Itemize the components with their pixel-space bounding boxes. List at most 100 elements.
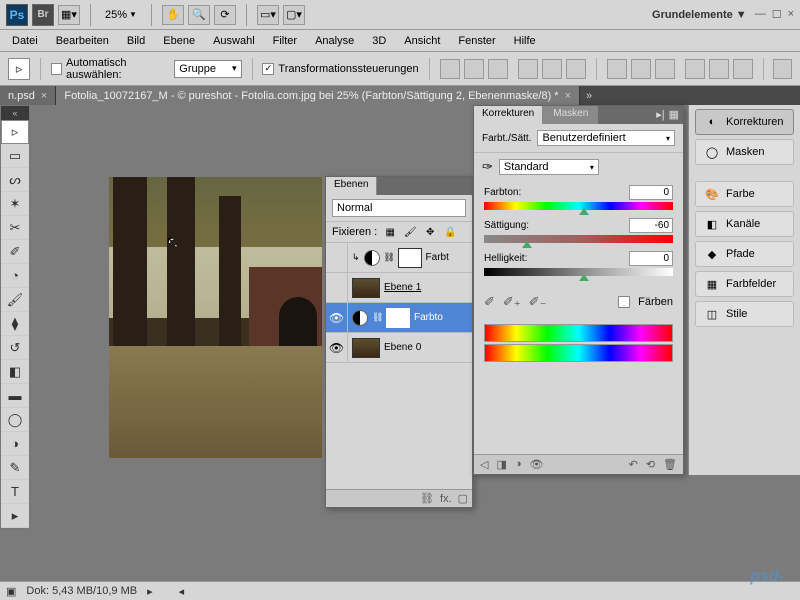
eraser-tool-icon[interactable]: ◧ xyxy=(1,360,29,384)
doc-info-more-icon[interactable]: ▸ xyxy=(147,585,153,598)
masken-tab[interactable]: Masken xyxy=(543,106,598,124)
auto-select-dropdown[interactable]: Gruppe xyxy=(174,60,241,78)
close-tab-icon[interactable]: × xyxy=(41,90,47,102)
doc-tab-1[interactable]: n.psd× xyxy=(0,86,56,105)
visibility-toggle[interactable]: 👁 xyxy=(326,333,348,362)
hue-slider[interactable] xyxy=(484,202,673,210)
layer-row[interactable]: Ebene 1 xyxy=(326,273,472,303)
distribute-left-icon[interactable] xyxy=(685,59,705,79)
layers-tab[interactable]: Ebenen xyxy=(326,177,377,195)
screen-mode-icon[interactable]: ▢▾ xyxy=(283,5,305,25)
blur-tool-icon[interactable]: ◯ xyxy=(1,408,29,432)
align-bottom-icon[interactable] xyxy=(488,59,508,79)
dock-farbfelder[interactable]: ▦Farbfelder xyxy=(695,271,794,297)
auto-align-icon[interactable] xyxy=(773,59,792,79)
lasso-tool-icon[interactable]: ᔕ xyxy=(1,168,29,192)
layer-mask-btn-icon[interactable]: ▢ xyxy=(458,492,468,505)
lock-transparent-icon[interactable]: ▦ xyxy=(383,225,397,239)
lock-image-icon[interactable]: 🖌 xyxy=(403,225,417,239)
preset-dropdown[interactable]: Benutzerdefiniert xyxy=(537,130,675,146)
dock-stile[interactable]: ◫Stile xyxy=(695,301,794,327)
doc-tab-2[interactable]: Fotolia_10072167_M - © pureshot - Fotoli… xyxy=(56,86,580,105)
align-vcenter-icon[interactable] xyxy=(464,59,484,79)
arrange-docs-icon[interactable]: ▭▾ xyxy=(257,5,279,25)
lightness-slider[interactable] xyxy=(484,268,673,276)
layer-row[interactable]: 👁 ⛓ Farbto xyxy=(326,303,472,333)
korrekturen-tab[interactable]: Korrekturen xyxy=(474,106,543,124)
move-tool-icon[interactable]: ▹ xyxy=(1,120,29,144)
move-tool-preset-icon[interactable]: ▹ xyxy=(8,58,30,80)
dock-farbe[interactable]: 🎨Farbe xyxy=(695,181,794,207)
clip-layer-icon[interactable]: ◑ xyxy=(515,458,522,471)
photoshop-logo[interactable]: Ps xyxy=(6,4,28,26)
menu-ebene[interactable]: Ebene xyxy=(155,32,203,50)
dock-korrekturen[interactable]: ◐Korrekturen xyxy=(695,109,794,135)
hue-input[interactable]: 0 xyxy=(629,185,673,200)
menu-auswahl[interactable]: Auswahl xyxy=(205,32,263,50)
gradient-tool-icon[interactable]: ▬ xyxy=(1,384,29,408)
layer-mask-thumb[interactable] xyxy=(398,248,422,268)
history-brush-tool-icon[interactable]: ↺ xyxy=(1,336,29,360)
menu-ansicht[interactable]: Ansicht xyxy=(396,32,448,50)
menu-analyse[interactable]: Analyse xyxy=(307,32,362,50)
mask-link-icon[interactable]: ⛓ xyxy=(372,312,382,323)
close-tab-icon[interactable]: × xyxy=(565,90,571,102)
lightness-input[interactable]: 0 xyxy=(629,251,673,266)
dodge-tool-icon[interactable]: ◑ xyxy=(1,432,29,456)
dock-pfade[interactable]: ◆Pfade xyxy=(695,241,794,267)
doc-info[interactable]: Dok: 5,43 MB/10,9 MB xyxy=(26,585,137,597)
menu-hilfe[interactable]: Hilfe xyxy=(506,32,544,50)
eyedropper-icon[interactable]: ✐ xyxy=(484,294,495,310)
minimize-icon[interactable]: — xyxy=(755,8,766,21)
layer-fx-icon[interactable]: fx. xyxy=(440,493,452,505)
marquee-tool-icon[interactable]: ▭ xyxy=(1,144,29,168)
zoom-tool-icon[interactable]: 🔍 xyxy=(188,5,210,25)
menu-fenster[interactable]: Fenster xyxy=(450,32,503,50)
saturation-slider[interactable] xyxy=(484,235,673,243)
align-left-icon[interactable] xyxy=(518,59,538,79)
layer-row[interactable]: ↳ ⛓ Farbt xyxy=(326,243,472,273)
dock-kanale[interactable]: ◧Kanäle xyxy=(695,211,794,237)
blend-mode-dropdown[interactable]: Normal xyxy=(332,199,466,217)
eyedropper-tool-icon[interactable]: ✐ xyxy=(1,240,29,264)
eyedropper-add-icon[interactable]: ✐₊ xyxy=(503,294,521,310)
pen-tool-icon[interactable]: ✎ xyxy=(1,456,29,480)
tabs-overflow-icon[interactable]: » xyxy=(580,86,598,105)
layer-thumb[interactable] xyxy=(352,338,380,358)
rotate-view-icon[interactable]: ⟳ xyxy=(214,5,236,25)
close-icon[interactable]: × xyxy=(788,8,794,21)
visibility-toggle[interactable]: 👁 xyxy=(326,303,348,332)
panel-collapse-icon[interactable]: ▸| xyxy=(656,108,664,122)
mask-link-icon[interactable]: ⛓ xyxy=(384,252,394,263)
scroll-left-icon[interactable]: ◂ xyxy=(179,585,185,598)
align-hcenter-icon[interactable] xyxy=(542,59,562,79)
toggle-visibility-icon[interactable]: 👁 xyxy=(530,458,544,471)
dock-masken[interactable]: ◯Masken xyxy=(695,139,794,165)
eyedropper-subtract-icon[interactable]: ✐₋ xyxy=(529,294,547,310)
menu-3d[interactable]: 3D xyxy=(364,32,394,50)
distribute-hcenter-icon[interactable] xyxy=(709,59,729,79)
menu-bearbeiten[interactable]: Bearbeiten xyxy=(48,32,117,50)
distribute-top-icon[interactable] xyxy=(607,59,627,79)
toolbox-grip[interactable]: « xyxy=(1,106,29,120)
return-icon[interactable]: ◁ xyxy=(480,458,488,471)
layer-thumb[interactable] xyxy=(352,278,380,298)
align-top-icon[interactable] xyxy=(440,59,460,79)
healing-tool-icon[interactable]: ◔ xyxy=(1,264,29,288)
saturation-input[interactable]: -60 xyxy=(629,218,673,233)
workspace-dropdown[interactable]: Grundelemente ▼ xyxy=(652,9,747,21)
bridge-logo[interactable]: Br xyxy=(32,4,54,26)
canvas[interactable] xyxy=(109,177,322,458)
text-tool-icon[interactable]: T xyxy=(1,480,29,504)
range-dropdown[interactable]: Standard xyxy=(499,159,599,175)
link-layers-icon[interactable]: ⛓ xyxy=(420,492,434,505)
crop-tool-icon[interactable]: ✂ xyxy=(1,216,29,240)
path-select-tool-icon[interactable]: ▸ xyxy=(1,504,29,528)
quick-select-tool-icon[interactable]: ✶ xyxy=(1,192,29,216)
lock-position-icon[interactable]: ✥ xyxy=(423,225,437,239)
align-right-icon[interactable] xyxy=(566,59,586,79)
menu-bild[interactable]: Bild xyxy=(119,32,153,50)
on-image-tool-icon[interactable]: ✑ xyxy=(482,159,493,175)
brush-tool-icon[interactable]: 🖌 xyxy=(1,288,29,312)
lock-all-icon[interactable]: 🔒 xyxy=(443,225,457,239)
